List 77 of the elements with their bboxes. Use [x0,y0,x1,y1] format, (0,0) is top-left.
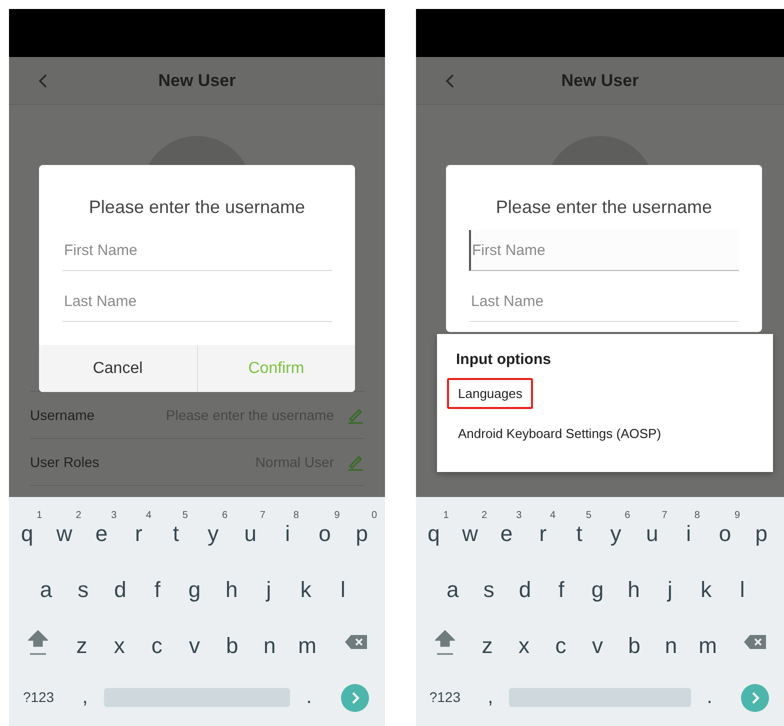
key[interactable]: u 7 [642,510,668,548]
back-icon[interactable] [38,73,48,89]
symbols-key[interactable]: ?123 [425,688,464,708]
key[interactable]: g [184,566,210,605]
key[interactable]: d [110,566,136,605]
key[interactable]: o 9 [314,510,340,548]
key[interactable]: r 4 [131,510,152,548]
key[interactable]: p [751,510,776,548]
key[interactable]: n [260,622,285,661]
backspace-icon[interactable] [344,634,367,649]
menu-item[interactable]: Languages [447,378,534,409]
key[interactable]: a [442,566,468,605]
shift-icon[interactable] [434,628,455,655]
row-label: User Roles [30,454,100,470]
key[interactable]: , [484,684,498,712]
key[interactable]: p 0 [352,510,378,548]
key[interactable]: a [36,566,62,605]
input-field[interactable]: First Name [469,230,739,271]
key[interactable]: d [514,566,540,605]
key[interactable]: x [110,622,134,661]
key[interactable]: b [624,622,650,661]
key[interactable]: z [478,622,502,661]
key[interactable]: c [147,622,172,661]
row-label: Username [30,407,95,423]
symbols-key[interactable]: ?123 [18,688,58,708]
menu-title: Input options [455,351,552,368]
back-icon[interactable] [445,73,455,89]
enter-icon[interactable] [741,684,770,712]
key[interactable]: q 1 [16,510,42,548]
key[interactable]: . [702,684,716,712]
key[interactable]: , [78,684,92,712]
dialog-title: Please enter the username [494,197,714,218]
key[interactable]: o 9 [714,510,740,548]
key[interactable]: t 5 [168,510,188,548]
key[interactable]: l [336,566,354,605]
screen-title: New User [561,70,639,90]
menu-item[interactable]: Android Keyboard Settings (AOSP) [447,418,672,449]
key[interactable]: n [660,622,686,661]
key[interactable]: i 8 [281,510,299,548]
enter-icon[interactable] [341,684,370,712]
shift-icon[interactable] [28,628,48,655]
key[interactable]: h [624,566,649,605]
key[interactable]: e 3 [496,510,522,548]
key[interactable]: r 4 [535,510,556,548]
dialog-title: Please enter the username [88,197,306,218]
key[interactable]: y 6 [606,510,630,548]
key[interactable]: h [221,566,247,605]
key[interactable]: v [185,622,209,661]
key[interactable]: u 7 [240,510,266,548]
key[interactable]: m [694,622,726,661]
key[interactable]: g [587,566,613,605]
key[interactable]: z [72,622,96,661]
key[interactable]: l [736,566,754,605]
key[interactable]: y 6 [204,510,228,548]
key[interactable]: k [296,566,320,605]
screen-title: New User [158,70,236,90]
key[interactable]: i 8 [682,510,700,548]
key[interactable]: x [514,622,538,661]
key[interactable]: v [588,622,612,661]
key[interactable]: m [294,622,326,661]
key[interactable]: j [262,566,280,605]
key[interactable]: t 5 [572,510,592,548]
key[interactable]: b [222,622,248,661]
key[interactable]: f [150,566,170,605]
key[interactable]: s [74,566,98,605]
key[interactable]: e 3 [91,510,117,548]
key[interactable]: j [663,566,682,605]
key[interactable]: s [479,566,504,605]
key[interactable]: w 2 [52,510,82,548]
key[interactable]: k [696,566,721,605]
cancel-button[interactable]: Cancel [39,345,198,392]
key[interactable]: f [554,566,574,605]
backspace-icon[interactable] [744,634,766,649]
key[interactable]: w 2 [458,510,488,548]
key[interactable]: c [551,622,576,661]
key[interactable]: q 1 [424,510,449,548]
key[interactable]: . [302,684,316,712]
